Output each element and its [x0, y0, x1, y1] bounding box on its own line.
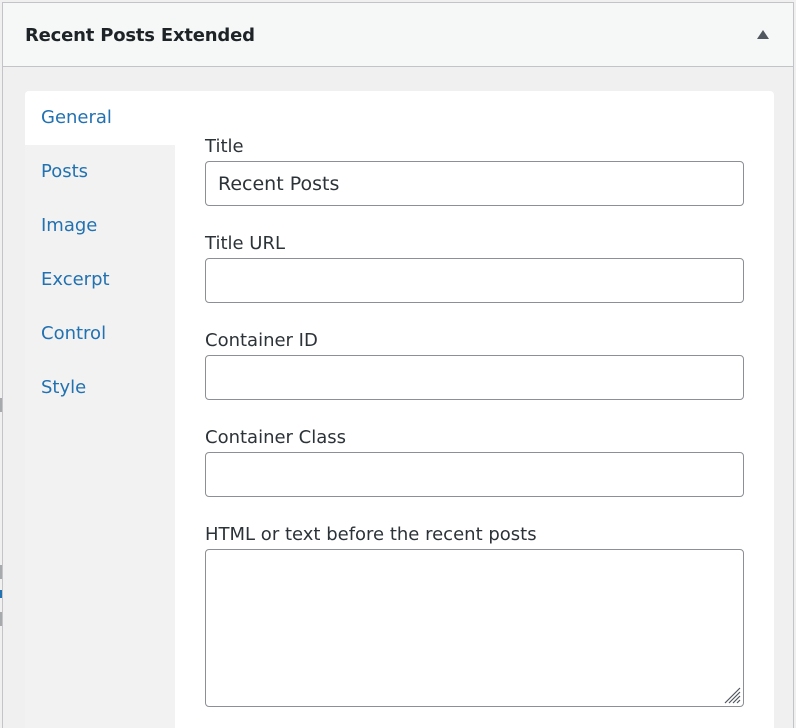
- title-url-label: Title URL: [205, 233, 286, 254]
- edge-mark: [0, 565, 2, 579]
- title-url-input[interactable]: [205, 258, 744, 303]
- tab-excerpt[interactable]: Excerpt: [25, 253, 175, 307]
- tab-nav: General Posts Image Excerpt Control Styl…: [25, 91, 175, 728]
- before-html-label: HTML or text before the recent posts: [205, 524, 537, 545]
- tab-control[interactable]: Control: [25, 307, 175, 361]
- resize-grip-icon[interactable]: [721, 684, 741, 704]
- tab-image[interactable]: Image: [25, 199, 175, 253]
- widget-title: Recent Posts Extended: [25, 25, 255, 46]
- edge-mark: [0, 612, 2, 626]
- container-id-label: Container ID: [205, 330, 318, 351]
- container-id-input[interactable]: [205, 355, 744, 400]
- edge-mark: [0, 590, 2, 598]
- widget-inside: General Posts Image Excerpt Control Styl…: [3, 67, 793, 728]
- tab-posts[interactable]: Posts: [25, 145, 175, 199]
- widget-panel: Recent Posts Extended General Posts Imag…: [2, 2, 794, 728]
- tabs-container: General Posts Image Excerpt Control Styl…: [25, 91, 774, 728]
- widget-header[interactable]: Recent Posts Extended: [3, 3, 793, 67]
- tab-style[interactable]: Style: [25, 361, 175, 415]
- tab-general[interactable]: General: [25, 91, 175, 145]
- container-class-label: Container Class: [205, 427, 347, 448]
- before-html-wrap: [205, 549, 744, 707]
- collapse-arrow-icon[interactable]: [757, 30, 769, 39]
- edge-mark: [0, 398, 2, 412]
- title-input[interactable]: [205, 161, 744, 206]
- container-class-input[interactable]: [205, 452, 744, 497]
- title-label: Title: [205, 136, 244, 157]
- before-html-textarea[interactable]: [205, 549, 744, 707]
